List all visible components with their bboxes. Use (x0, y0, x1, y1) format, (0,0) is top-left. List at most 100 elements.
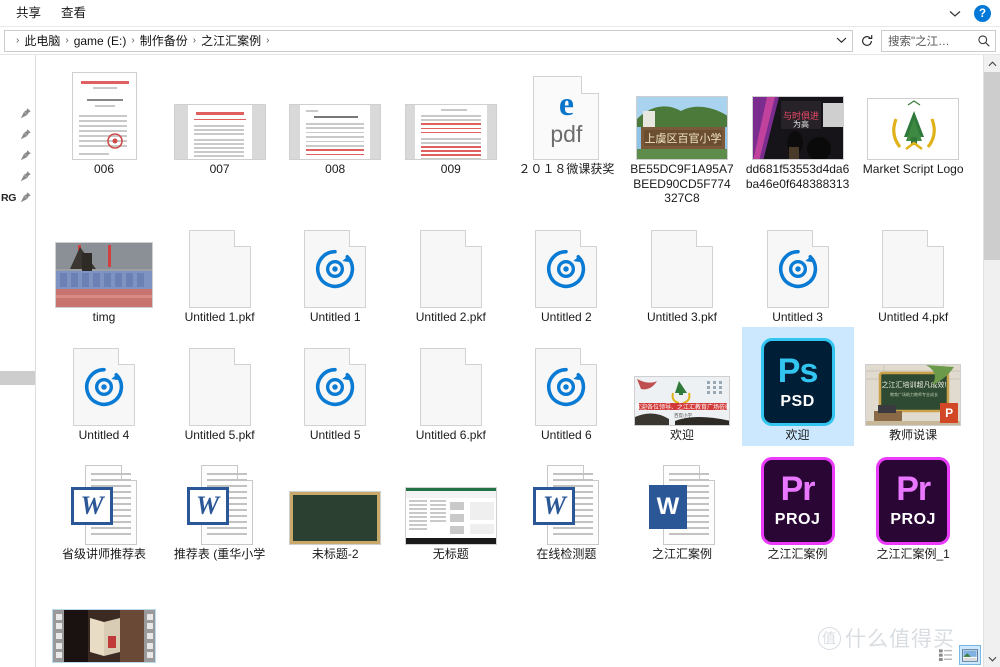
file-thumbnail: 上虞区百官小学 (628, 65, 736, 162)
file-tile[interactable]: Untitled 1.pkf (164, 209, 276, 328)
breadcrumb-item-current[interactable]: 之江汇案例 (201, 32, 261, 49)
file-tile[interactable]: 之江汇培训超凡成效! 教育广场助力教师专业成长 P 教师说课 (857, 327, 969, 446)
file-name-label: 006 (93, 162, 115, 176)
document-thumbnail (71, 72, 137, 160)
prproj-ext: PROJ (774, 511, 821, 528)
search-input[interactable]: 搜索"之江… (888, 33, 977, 49)
nav-item-rg[interactable]: RG (0, 187, 35, 208)
page-fold (811, 229, 829, 247)
file-tile[interactable]: 上虞区百官小学 BE55DC9F1A95A7BEED90CD5F774327C8 (626, 61, 738, 209)
file-thumbnail: 热烈欢迎各位领导、之江汇教育广场莅临指导 百官小学 (628, 331, 736, 428)
file-thumbnail (281, 65, 389, 162)
file-tile[interactable]: Market Script Logo (857, 61, 969, 209)
file-name-label: 之江汇案例 (651, 546, 712, 561)
file-tile[interactable]: Untitled 3.pkf (626, 209, 738, 328)
search-icon (977, 34, 991, 48)
image-thumbnail: 之江汇培训超凡成效! 教育广场助力教师专业成长 P (865, 364, 962, 426)
file-name-label: dd681f53553d4da6ba46e0f648388313 (745, 162, 850, 191)
file-tile[interactable]: Untitled 5 (279, 327, 391, 446)
breadcrumb-item-this-pc[interactable]: 此电脑 (24, 32, 60, 49)
scroll-thumb[interactable] (984, 72, 1000, 260)
search-box[interactable]: 搜索"之江… (881, 29, 996, 52)
file-tile[interactable]: Pr PROJ 之江汇案例_1 (857, 446, 969, 565)
navigation-pane[interactable]: RG (0, 55, 36, 667)
page-fold (695, 229, 713, 247)
refresh-icon[interactable] (856, 30, 878, 52)
file-tile[interactable]: Ps PSD 欢迎 (741, 327, 854, 446)
video-thumbnail (52, 609, 156, 663)
file-thumbnail (512, 213, 620, 310)
thumbnail-view-icon[interactable] (959, 645, 981, 665)
prproj-ext: PROJ (890, 511, 936, 528)
file-name-label: Untitled 3.pkf (646, 309, 717, 324)
file-name-label: Untitled 1 (309, 309, 361, 324)
nav-item-pinned[interactable] (0, 124, 35, 145)
breadcrumb-item-folder[interactable]: 制作备份 (140, 32, 188, 49)
word-badge: W (71, 486, 113, 525)
scroll-down-icon[interactable] (984, 650, 1000, 667)
file-name-label: BE55DC9F1A95A7BEED90CD5F774327C8 (630, 162, 734, 205)
word-file-icon: W (71, 464, 137, 545)
file-name-label: ２０１８微课获奖 (518, 162, 615, 176)
file-tile[interactable]: 与时俱进 为高 dd681f53553d4da6ba46e0f648388313 (742, 61, 854, 209)
scroll-up-icon[interactable] (984, 55, 1000, 72)
psd-ext: PSD (780, 392, 815, 410)
file-name-label: 无标题 (432, 546, 469, 561)
icon-grid: 006 007 008 009 e pdf ２０１８微课获奖 上虞区百官小学 B… (36, 55, 983, 667)
breadcrumb-separator: › (131, 35, 135, 46)
file-tile[interactable]: W 省级讲师推荐表 (48, 446, 160, 565)
page-fold (233, 348, 251, 365)
file-tile[interactable]: Untitled 6 (510, 327, 622, 446)
file-name-label: Untitled 5.pkf (184, 428, 255, 442)
file-thumbnail (166, 65, 274, 162)
page-fold (927, 229, 945, 247)
file-tile[interactable]: Untitled 5.pkf (164, 327, 276, 446)
breadcrumb-item-drive[interactable]: game (E:) (74, 34, 127, 48)
document-thumbnail (289, 104, 382, 160)
file-tile[interactable]: 未标题-2 (279, 446, 391, 565)
file-tile[interactable]: Untitled 4 (48, 327, 160, 446)
scroll-track[interactable] (984, 72, 1000, 650)
nav-item-pinned[interactable] (0, 145, 35, 166)
file-tile[interactable]: 007 (164, 61, 276, 209)
breadcrumb-box[interactable]: › 此电脑 › game (E:) › 制作备份 › 之江汇案例 › (4, 29, 853, 52)
file-tile[interactable]: Untitled 6.pkf (395, 327, 507, 446)
page-fold (464, 348, 482, 365)
details-view-icon[interactable] (934, 645, 956, 665)
file-tile[interactable]: 008 (279, 61, 391, 209)
file-list-view[interactable]: 006 007 008 009 e pdf ２０１８微课获奖 上虞区百官小学 B… (36, 55, 983, 667)
file-tile[interactable]: e pdf ２０１８微课获奖 (510, 61, 622, 209)
chevron-down-icon[interactable] (944, 3, 966, 25)
file-tile[interactable]: Untitled 4.pkf (857, 209, 969, 328)
file-tile[interactable]: Untitled 3 (742, 209, 854, 328)
tab-share[interactable]: 共享 (6, 0, 51, 27)
address-history-dropdown-icon[interactable] (832, 31, 850, 51)
file-tile[interactable]: W 推荐表 (重华小学 (164, 446, 276, 565)
breadcrumb-separator: › (65, 35, 69, 46)
nav-item-pinned[interactable] (0, 103, 35, 124)
nav-item-pinned[interactable] (0, 166, 35, 187)
file-tile[interactable] (48, 564, 160, 667)
file-tile[interactable]: Untitled 2.pkf (395, 209, 507, 328)
file-tile[interactable]: 无标题 (395, 446, 507, 565)
file-tile[interactable]: W 在线检测题 (510, 446, 622, 565)
nav-scroll-thumb[interactable] (0, 371, 35, 385)
file-tile[interactable]: Pr PROJ 之江汇案例 (742, 446, 854, 565)
tab-view[interactable]: 查看 (51, 0, 96, 27)
file-tile[interactable]: 009 (395, 61, 507, 209)
help-icon[interactable]: ? (974, 5, 991, 22)
image-thumbnail: 热烈欢迎各位领导、之江汇教育广场莅临指导 百官小学 (633, 376, 730, 426)
vertical-scrollbar[interactable] (983, 55, 1000, 667)
page-fold (464, 229, 482, 247)
file-tile[interactable]: timg (48, 209, 160, 328)
file-tile[interactable]: Untitled 1 (279, 209, 391, 328)
file-tile[interactable]: 006 (48, 61, 160, 209)
media-file-icon (535, 229, 598, 308)
file-tile[interactable]: Untitled 2 (510, 209, 622, 328)
file-tile[interactable]: 热烈欢迎各位领导、之江汇教育广场莅临指导 百官小学 欢迎 (626, 327, 738, 446)
file-tile[interactable]: W 之江汇案例 (626, 446, 738, 565)
file-thumbnail (512, 331, 620, 428)
file-thumbnail (397, 65, 505, 162)
ribbon-tab-strip: 共享 查看 ? (0, 0, 1000, 27)
file-thumbnail (281, 450, 389, 547)
